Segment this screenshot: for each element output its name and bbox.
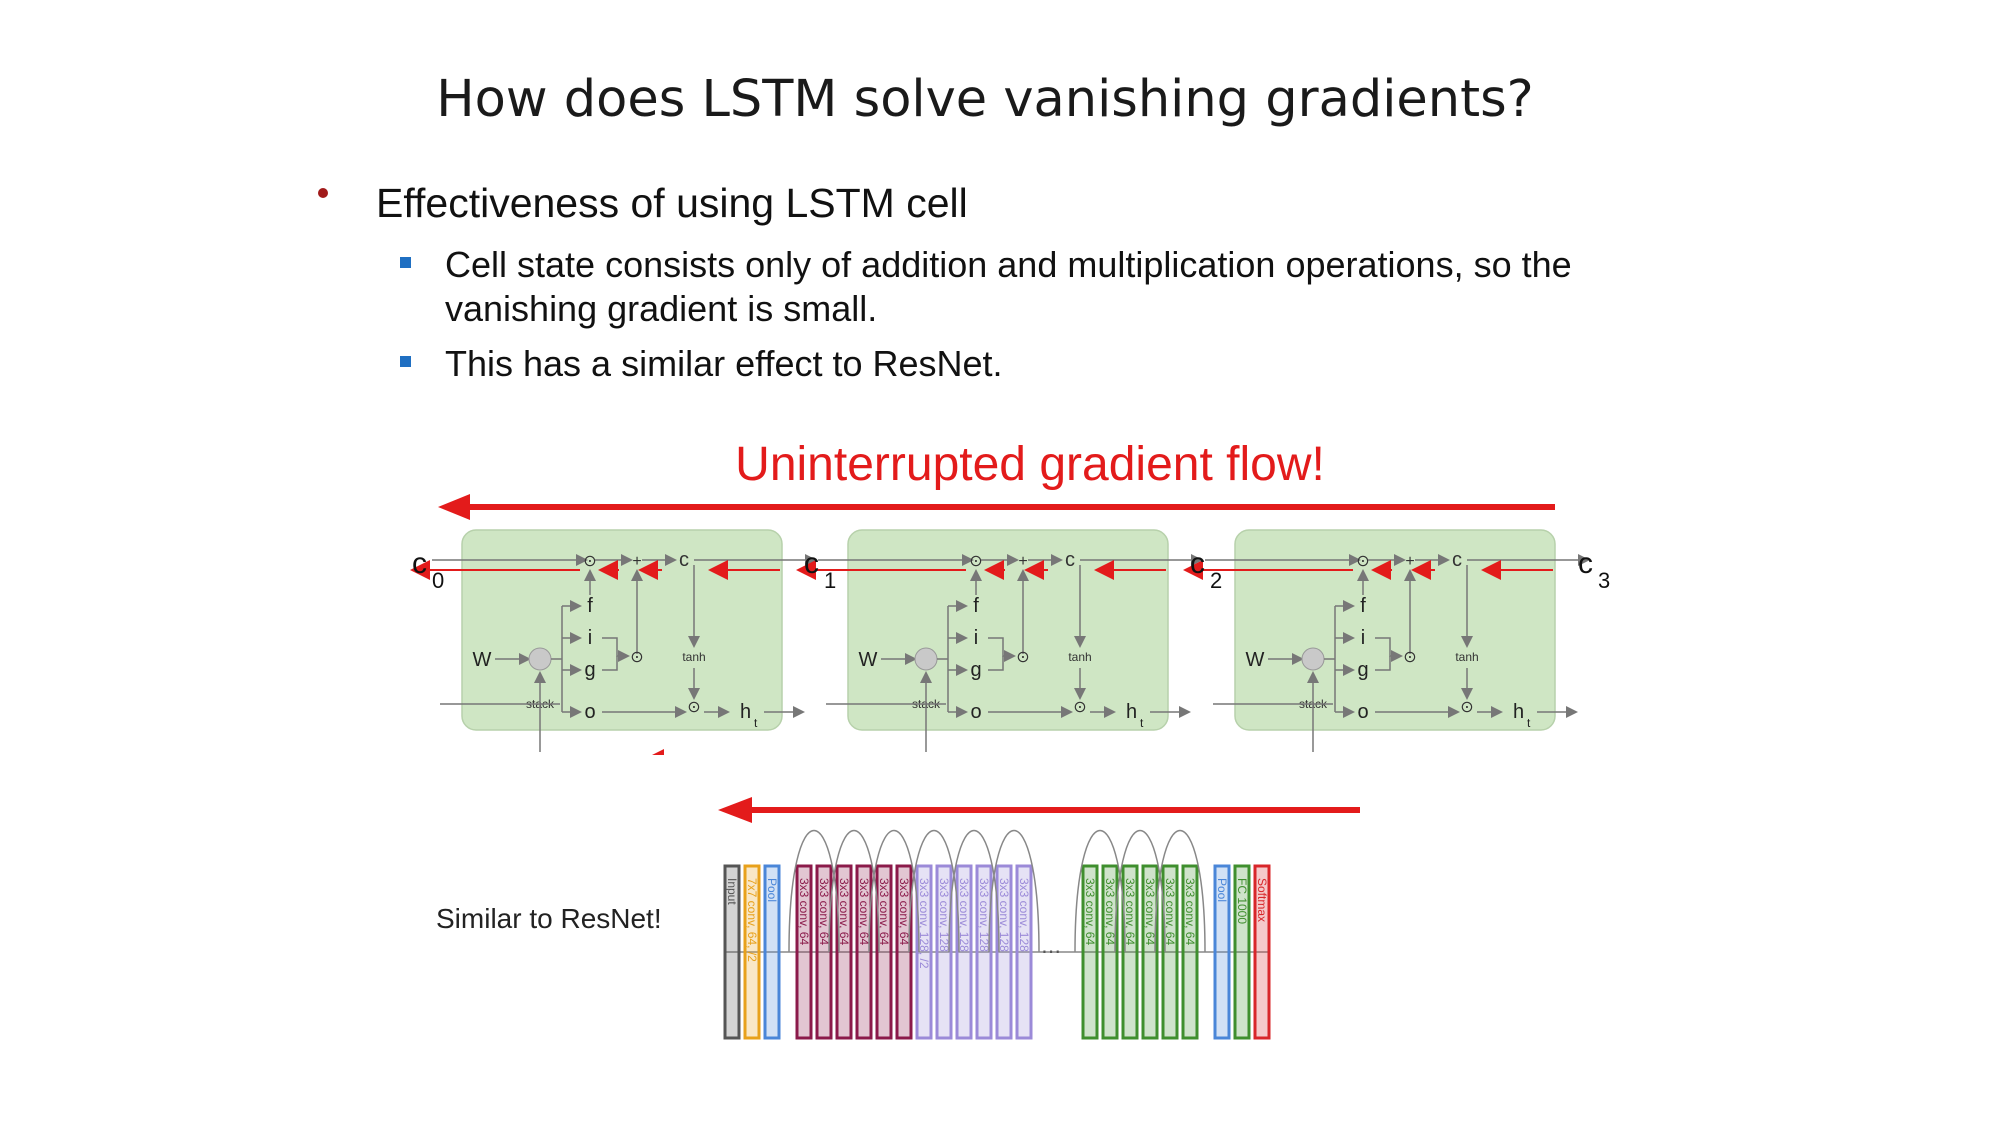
resnet-layer-label: Softmax — [1255, 878, 1269, 922]
mult-node: ⊙ — [1403, 649, 1416, 666]
tanh-label: tanh — [682, 650, 705, 664]
mult-node: ⊙ — [1356, 553, 1369, 570]
tanh-label: tanh — [1455, 650, 1478, 664]
gate-label-g: g — [970, 659, 981, 681]
cell-c-label: c — [679, 549, 689, 571]
tanh-label: tanh — [1068, 650, 1091, 664]
mult-node: ⊙ — [630, 649, 643, 666]
lstm-cell: ⊙ + ctanh⊙figo⊙h tWstack — [410, 529, 817, 752]
plus-node: + — [1018, 553, 1027, 570]
hidden-h-label: h — [1513, 701, 1524, 723]
resnet-layer-label: FC 1000 — [1235, 878, 1249, 924]
cell-state-c-label: c — [1190, 547, 1205, 580]
mult-node: ⊙ — [1073, 699, 1086, 716]
gate-label-g: g — [584, 659, 595, 681]
cell-state-c-label: c — [804, 547, 819, 580]
gate-label-i: i — [588, 627, 592, 649]
mult-node: ⊙ — [969, 553, 982, 570]
resnet-layer-label: Pool — [1215, 878, 1229, 902]
lstm-cells: ⊙ + ctanh⊙figo⊙h tWstack⊙ + ctanh⊙figo⊙h tWsta… — [410, 529, 1590, 752]
weight-w-label: W — [1246, 649, 1265, 671]
gate-label-o: o — [970, 701, 981, 723]
cell-state-c-label: c — [1578, 547, 1593, 580]
gradient-flow-banner: Uninterrupted gradient flow! — [735, 438, 1325, 491]
resnet-layer-label: 3x3 conv, 128 — [1017, 878, 1031, 952]
cell-state-index: 1 — [824, 568, 836, 593]
gate-label-o: o — [1357, 701, 1368, 723]
cell-state-index: 2 — [1210, 568, 1222, 593]
gate-label-g: g — [1357, 659, 1368, 681]
resnet-layer-label: 3x3 conv, 64 — [797, 878, 811, 945]
hidden-h-label: h — [1126, 701, 1137, 723]
cell-c-label: c — [1065, 549, 1075, 571]
banner-arrow — [438, 494, 1555, 520]
stack-node — [914, 647, 938, 671]
hidden-h-label: h — [740, 701, 751, 723]
gate-label-o: o — [584, 701, 595, 723]
mult-node: ⊙ — [583, 553, 596, 570]
resnet-layer-label: Pool — [765, 878, 779, 902]
gate-label-f: f — [1360, 595, 1366, 617]
cell-state-index: 0 — [432, 568, 444, 593]
gate-label-i: i — [974, 627, 978, 649]
red-fragment — [652, 749, 664, 755]
gate-label-i: i — [1361, 627, 1365, 649]
resnet-diagram: ⋯ Input 7x7 conv, 64, /2 Pool 3x3 conv, 64 3x… — [723, 829, 1271, 1040]
lstm-resnet-diagram: Uninterrupted gradient flow! ⊙ + ctanh⊙fig… — [410, 438, 1610, 1040]
resnet-gradient-arrow — [718, 797, 1360, 823]
resnet-caption: Similar to ResNet! — [436, 903, 662, 934]
resnet-layer-label: 3x3 conv, 64 — [1083, 878, 1097, 945]
resnet-layer-label: 7x7 conv, 64, /2 — [745, 878, 759, 962]
gate-label-f: f — [973, 595, 979, 617]
plus-node: + — [1405, 553, 1414, 570]
mult-node: ⊙ — [1016, 649, 1029, 666]
plus-node: + — [632, 553, 641, 570]
mult-node: ⊙ — [1460, 699, 1473, 716]
weight-w-label: W — [859, 649, 878, 671]
weight-w-label: W — [473, 649, 492, 671]
gate-label-f: f — [587, 595, 593, 617]
cell-c-label: c — [1452, 549, 1462, 571]
mult-node: ⊙ — [687, 699, 700, 716]
resnet-layer-label: 3x3 conv, 64 — [1183, 878, 1197, 945]
resnet-layer-label: Input — [725, 878, 739, 905]
stack-node — [1301, 647, 1325, 671]
lstm-cell: ⊙ + ctanh⊙figo⊙h tWstack — [796, 529, 1203, 752]
resnet-ellipsis: ⋯ — [1041, 941, 1061, 963]
cell-state-c-label: c — [412, 547, 427, 580]
cell-state-index: 3 — [1598, 568, 1610, 593]
lstm-cell: ⊙ + ctanh⊙figo⊙h tWstack — [1183, 529, 1590, 752]
stack-node — [528, 647, 552, 671]
